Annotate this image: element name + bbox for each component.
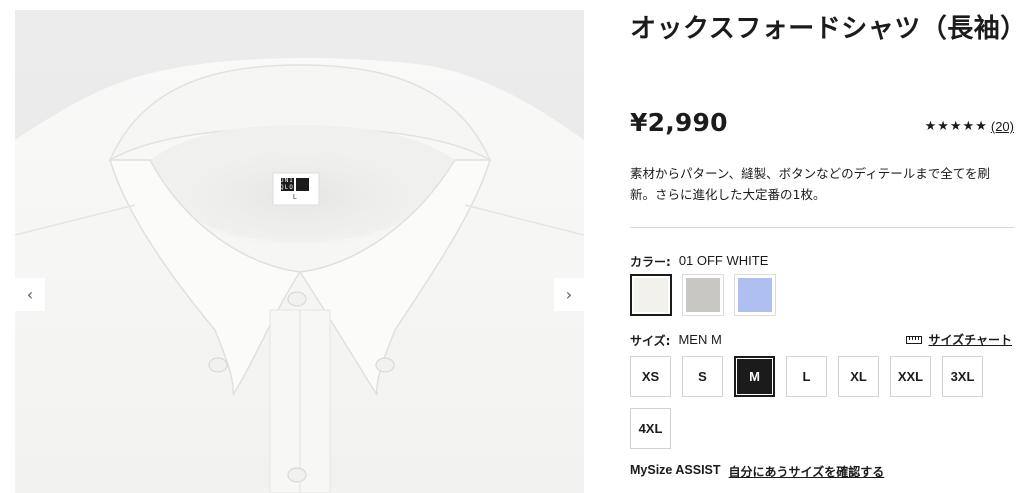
size-option-3xl[interactable]: 3XL	[942, 356, 983, 397]
size-option-4xl[interactable]: 4XL	[630, 408, 671, 449]
swatch-chip	[686, 278, 720, 312]
size-option-m[interactable]: M	[734, 356, 775, 397]
color-label-row: カラー: 01 OFF WHITE	[630, 253, 768, 270]
product-image	[15, 10, 584, 493]
color-selected-value: 01 OFF WHITE	[678, 253, 769, 268]
chevron-right-icon: ›	[565, 284, 573, 304]
product-rating[interactable]: ★★★★★ (20)	[925, 119, 1014, 134]
mysize-assist-row: MySize ASSIST 自分にあうサイズを確認する	[630, 463, 884, 480]
mysize-label: MySize ASSIST	[630, 463, 721, 477]
color-label: カラー:	[630, 255, 671, 269]
size-option-l[interactable]: L	[786, 356, 827, 397]
size-selected-value: MEN M	[678, 332, 722, 347]
size-chart-label: サイズチャート	[928, 333, 1012, 347]
size-option-xs[interactable]: XS	[630, 356, 671, 397]
size-option-xxl[interactable]: XXL	[890, 356, 931, 397]
size-label: サイズ:	[630, 334, 671, 348]
color-swatch-off-white[interactable]	[630, 274, 672, 316]
tag-brand-top: UNI	[280, 177, 294, 184]
product-image-gallery: UNI QLO L	[15, 10, 584, 493]
product-title: オックスフォードシャツ（長袖）	[630, 14, 1024, 44]
divider	[630, 227, 1014, 228]
ruler-icon	[906, 335, 923, 344]
size-chart-link[interactable]: サイズチャート	[906, 331, 1012, 348]
color-swatches	[630, 274, 776, 316]
tag-size-label: L	[293, 194, 297, 201]
product-description: 素材からパターン、縫製、ボタンなどのディテールまで全てを刷新。さらに進化した大定…	[630, 166, 991, 202]
gallery-next-button[interactable]: ›	[554, 278, 584, 311]
size-option-xl[interactable]: XL	[838, 356, 879, 397]
swatch-chip	[634, 278, 668, 312]
mysize-check-link[interactable]: 自分にあうサイズを確認する	[729, 463, 885, 480]
gallery-prev-button[interactable]: ‹	[15, 278, 45, 311]
review-count-link[interactable]: (20)	[991, 119, 1014, 134]
color-swatch-gray[interactable]	[682, 274, 724, 316]
rating-stars-icon: ★★★★★	[924, 119, 988, 134]
swatch-chip	[738, 278, 772, 312]
chevron-left-icon: ‹	[26, 284, 34, 304]
size-options: XS S M L XL XXL 3XL 4XL	[630, 356, 1014, 449]
color-swatch-blue[interactable]	[734, 274, 776, 316]
size-label-row: サイズ: MEN M	[630, 332, 722, 349]
size-option-s[interactable]: S	[682, 356, 723, 397]
tag-brand-bottom: QLO	[280, 184, 294, 191]
product-price: ¥2,990	[630, 108, 728, 137]
